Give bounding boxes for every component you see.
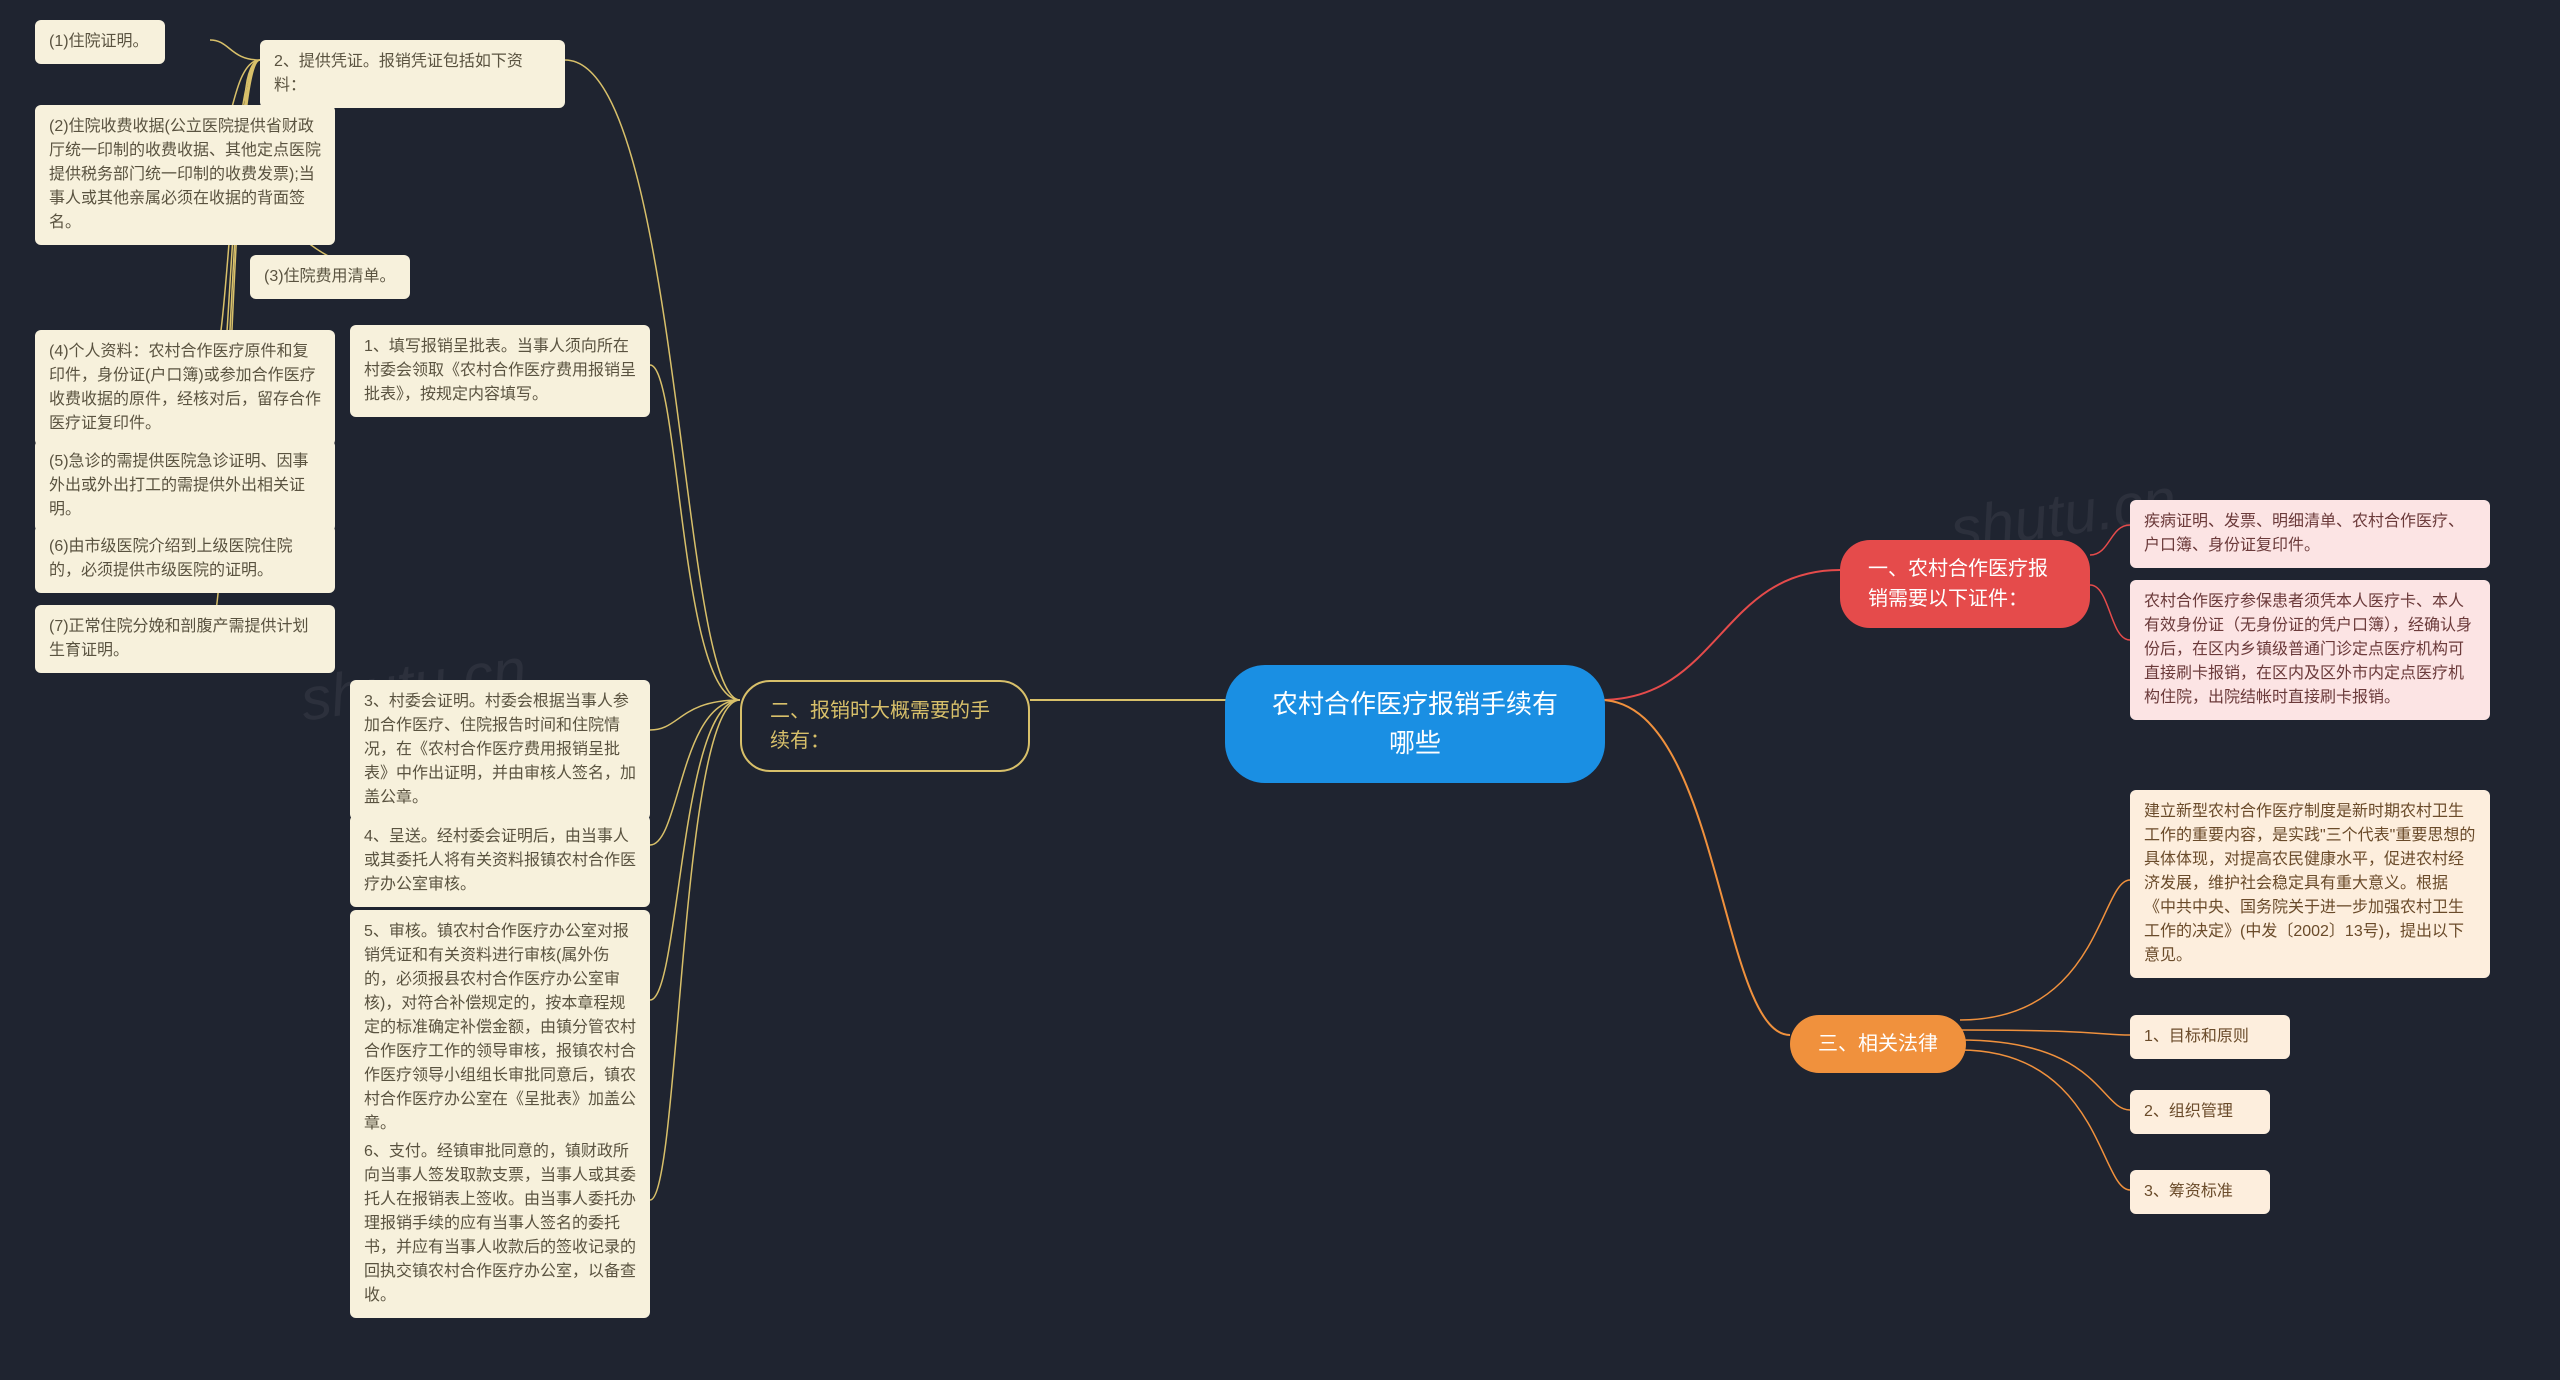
branch-two[interactable]: 二、报销时大概需要的手续有： bbox=[740, 680, 1030, 772]
b3-leaf-2[interactable]: 2、组织管理 bbox=[2130, 1090, 2270, 1134]
b2-item-4-text: 4、呈送。经村委会证明后，由当事人或其委托人将有关资料报镇农村合作医疗办公室审核… bbox=[364, 828, 636, 893]
branch-three[interactable]: 三、相关法律 bbox=[1790, 1015, 1966, 1073]
voucher-sub-5[interactable]: (6)由市级医院介绍到上级医院住院的，必须提供市级医院的证明。 bbox=[35, 525, 335, 593]
b1-leaf-1-text: 农村合作医疗参保患者须凭本人医疗卡、本人有效身份证（无身份证的凭户口簿），经确认… bbox=[2144, 593, 2472, 706]
voucher-sub-2[interactable]: (3)住院费用清单。 bbox=[250, 255, 410, 299]
b1-leaf-0-text: 疾病证明、发票、明细清单、农村合作医疗、户口簿、身份证复印件。 bbox=[2144, 513, 2464, 554]
voucher-sub-6-text: (7)正常住院分娩和剖腹产需提供计划生育证明。 bbox=[49, 618, 309, 659]
voucher-sub-3-text: (4)个人资料：农村合作医疗原件和复印件，身份证(户口簿)或参加合作医疗收费收据… bbox=[49, 343, 321, 432]
voucher-sub-2-text: (3)住院费用清单。 bbox=[264, 268, 396, 285]
b2-item-5[interactable]: 5、审核。镇农村合作医疗办公室对报销凭证和有关资料进行审核(属外伤的，必须报县农… bbox=[350, 910, 650, 1146]
b2-item-5-text: 5、审核。镇农村合作医疗办公室对报销凭证和有关资料进行审核(属外伤的，必须报县农… bbox=[364, 923, 636, 1132]
voucher-sub-6[interactable]: (7)正常住院分娩和剖腹产需提供计划生育证明。 bbox=[35, 605, 335, 673]
b3-leaf-1[interactable]: 1、目标和原则 bbox=[2130, 1015, 2290, 1059]
voucher-sub-0-text: (1)住院证明。 bbox=[49, 33, 149, 50]
branch-three-label: 三、相关法律 bbox=[1818, 1033, 1938, 1055]
b3-leaf-3-text: 3、筹资标准 bbox=[2144, 1183, 2233, 1200]
b3-leaf-2-text: 2、组织管理 bbox=[2144, 1103, 2233, 1120]
branch-one[interactable]: 一、农村合作医疗报销需要以下证件： bbox=[1840, 540, 2090, 628]
b1-leaf-0[interactable]: 疾病证明、发票、明细清单、农村合作医疗、户口簿、身份证复印件。 bbox=[2130, 500, 2490, 568]
mindmap-canvas: { "root": { "title": "农村合作医疗报销手续有\n哪些" }… bbox=[0, 0, 2560, 1380]
voucher-sub-5-text: (6)由市级医院介绍到上级医院住院的，必须提供市级医院的证明。 bbox=[49, 538, 293, 579]
voucher-sub-4[interactable]: (5)急诊的需提供医院急诊证明、因事外出或外出打工的需提供外出相关证明。 bbox=[35, 440, 335, 532]
root-title: 农村合作医疗报销手续有 哪些 bbox=[1272, 689, 1558, 758]
b3-leaf-3[interactable]: 3、筹资标准 bbox=[2130, 1170, 2270, 1214]
b3-leaf-1-text: 1、目标和原则 bbox=[2144, 1028, 2249, 1045]
b3-leaf-0[interactable]: 建立新型农村合作医疗制度是新时期农村卫生工作的重要内容，是实践"三个代表"重要思… bbox=[2130, 790, 2490, 978]
b2-item-4[interactable]: 4、呈送。经村委会证明后，由当事人或其委托人将有关资料报镇农村合作医疗办公室审核… bbox=[350, 815, 650, 907]
b2-item-3-text: 3、村委会证明。村委会根据当事人参加合作医疗、住院报告时间和住院情况，在《农村合… bbox=[364, 693, 636, 806]
voucher-sub-4-text: (5)急诊的需提供医院急诊证明、因事外出或外出打工的需提供外出相关证明。 bbox=[49, 453, 309, 518]
b2-item-6-text: 6、支付。经镇审批同意的，镇财政所向当事人签发取款支票，当事人或其委托人在报销表… bbox=[364, 1143, 636, 1304]
b2-item-6[interactable]: 6、支付。经镇审批同意的，镇财政所向当事人签发取款支票，当事人或其委托人在报销表… bbox=[350, 1130, 650, 1318]
b3-leaf-0-text: 建立新型农村合作医疗制度是新时期农村卫生工作的重要内容，是实践"三个代表"重要思… bbox=[2144, 803, 2475, 964]
voucher-sub-0[interactable]: (1)住院证明。 bbox=[35, 20, 165, 64]
b2-item-1[interactable]: 1、填写报销呈批表。当事人须向所在村委会领取《农村合作医疗费用报销呈批表》，按规… bbox=[350, 325, 650, 417]
branch-two-label: 二、报销时大概需要的手续有： bbox=[770, 700, 990, 752]
b2-voucher[interactable]: 2、提供凭证。报销凭证包括如下资料： bbox=[260, 40, 565, 108]
branch-one-label: 一、农村合作医疗报销需要以下证件： bbox=[1868, 558, 2048, 610]
voucher-sub-1[interactable]: (2)住院收费收据(公立医院提供省财政厅统一印制的收费收据、其他定点医院提供税务… bbox=[35, 105, 335, 245]
b2-item-1-text: 1、填写报销呈批表。当事人须向所在村委会领取《农村合作医疗费用报销呈批表》，按规… bbox=[364, 338, 636, 403]
b2-item-3[interactable]: 3、村委会证明。村委会根据当事人参加合作医疗、住院报告时间和住院情况，在《农村合… bbox=[350, 680, 650, 820]
voucher-sub-3[interactable]: (4)个人资料：农村合作医疗原件和复印件，身份证(户口簿)或参加合作医疗收费收据… bbox=[35, 330, 335, 446]
root-node[interactable]: 农村合作医疗报销手续有 哪些 bbox=[1225, 665, 1605, 783]
b2-voucher-label: 2、提供凭证。报销凭证包括如下资料： bbox=[274, 53, 523, 94]
voucher-sub-1-text: (2)住院收费收据(公立医院提供省财政厅统一印制的收费收据、其他定点医院提供税务… bbox=[49, 118, 321, 231]
b1-leaf-1[interactable]: 农村合作医疗参保患者须凭本人医疗卡、本人有效身份证（无身份证的凭户口簿），经确认… bbox=[2130, 580, 2490, 720]
